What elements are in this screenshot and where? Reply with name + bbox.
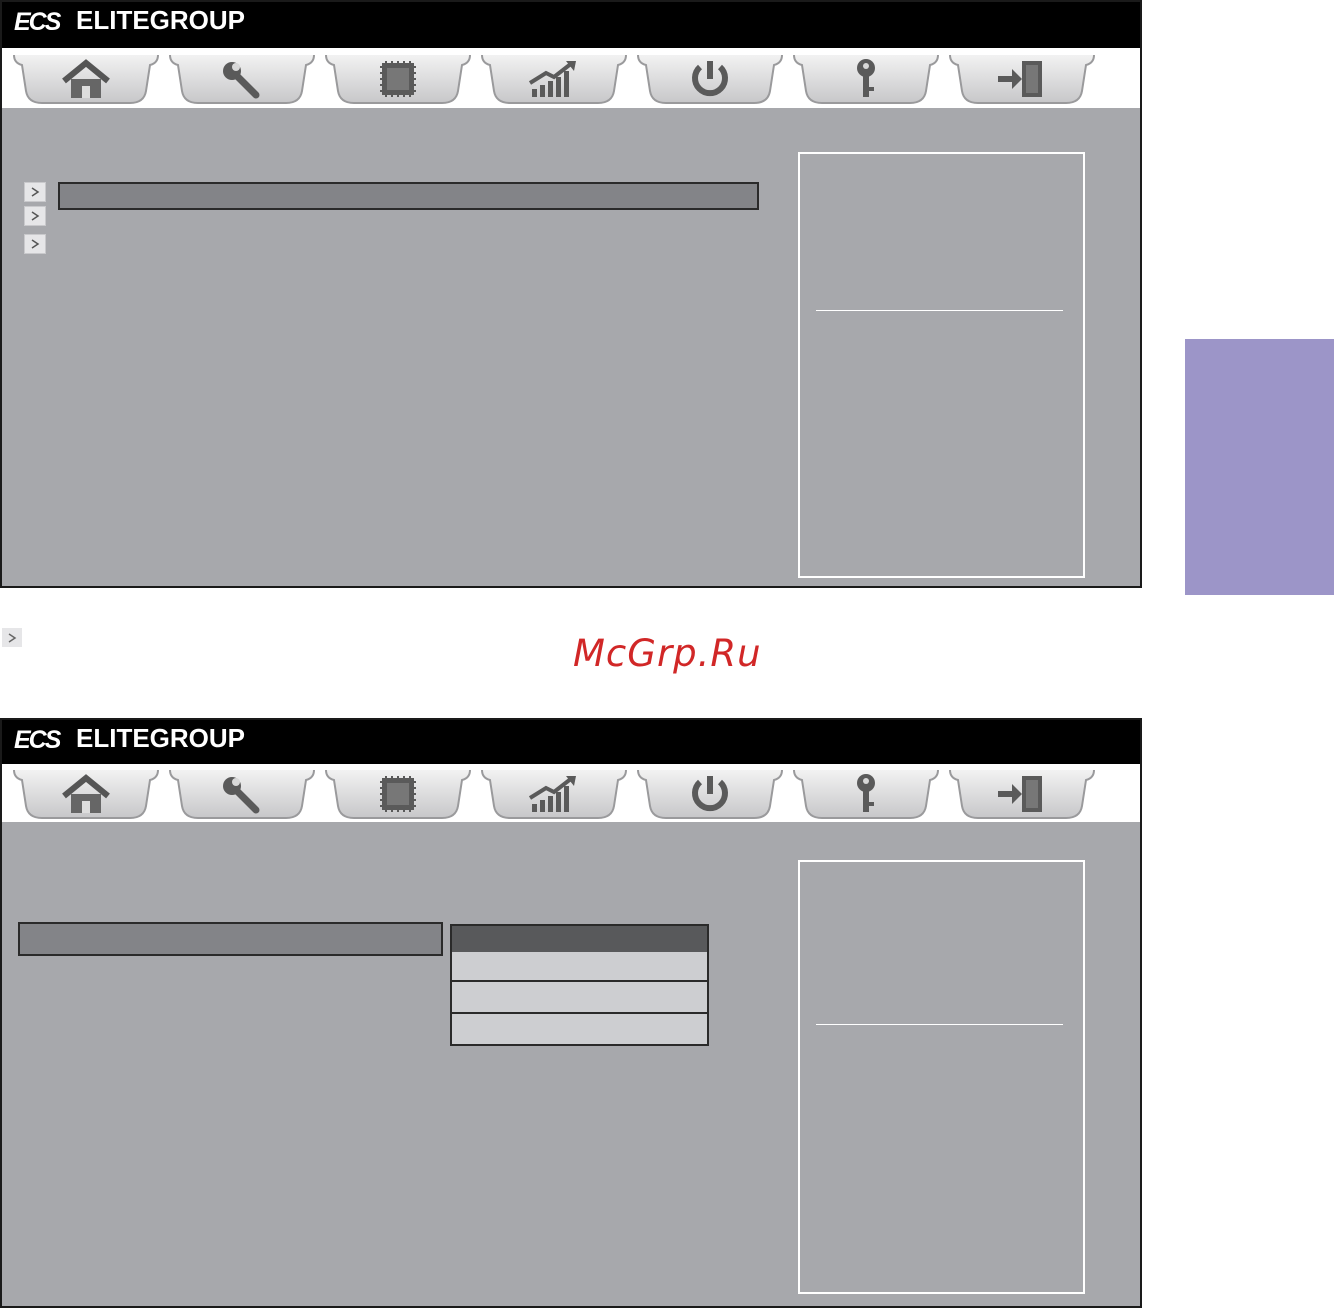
chevron-right-icon [31,187,40,197]
watermark-text: McGrp.Ru [573,632,762,675]
selected-setting-row[interactable] [18,922,443,956]
exit-icon [998,776,1042,812]
chart-icon [528,61,576,97]
chevron-right-icon [31,211,40,221]
ecs-logo: ECS [14,726,61,754]
power-icon [692,61,728,97]
nav-tab-strip [2,764,1140,822]
home-icon [62,774,110,813]
brand-bar: ECS ELITEGROUP [2,2,1140,48]
wrench-icon [223,777,260,814]
wrench-icon [223,62,260,99]
tab-chipset[interactable] [324,51,472,105]
chapter-tab [1185,339,1334,595]
option-item[interactable] [450,1012,709,1046]
tab-main[interactable] [12,51,160,105]
tab-power[interactable] [636,766,784,820]
help-panel [798,152,1085,578]
tab-advanced[interactable] [168,51,316,105]
option-item[interactable] [450,952,709,982]
tab-performance[interactable] [480,51,628,105]
exit-icon [998,61,1042,97]
tab-security[interactable] [792,766,940,820]
tab-exit[interactable] [948,51,1096,105]
brand-name: ELITEGROUP [76,5,246,35]
bios-screen-2: ECS ELITEGROUP [0,718,1142,1308]
option-item-selected[interactable] [450,924,709,954]
option-item[interactable] [450,980,709,1014]
help-divider [816,1024,1063,1025]
chevron-right-icon [31,239,40,249]
help-divider [816,310,1063,311]
ecs-logo: ECS [14,8,61,36]
tab-power[interactable] [636,51,784,105]
tab-main[interactable] [12,766,160,820]
selected-menu-item[interactable] [58,182,759,210]
submenu-arrow[interactable] [24,234,46,254]
key-icon [857,59,875,97]
chart-icon [528,776,576,812]
help-panel [798,860,1085,1294]
submenu-arrow[interactable] [24,206,46,226]
main-content [2,822,1140,1306]
key-icon [857,774,875,812]
home-icon [62,59,110,98]
chip-icon [380,776,416,812]
submenu-arrow[interactable] [24,182,46,202]
nav-tab-strip [2,48,1140,108]
bios-screen-1: ECS ELITEGROUP [0,0,1142,588]
brand-name: ELITEGROUP [76,723,246,753]
bullet-marker [2,628,22,647]
chip-icon [380,61,416,97]
tab-security[interactable] [792,51,940,105]
brand-bar: ECS ELITEGROUP [2,720,1140,764]
main-content [2,108,1140,586]
tab-advanced[interactable] [168,766,316,820]
tab-performance[interactable] [480,766,628,820]
power-icon [692,776,728,812]
tab-chipset[interactable] [324,766,472,820]
chevron-right-icon [8,632,17,643]
tab-exit[interactable] [948,766,1096,820]
